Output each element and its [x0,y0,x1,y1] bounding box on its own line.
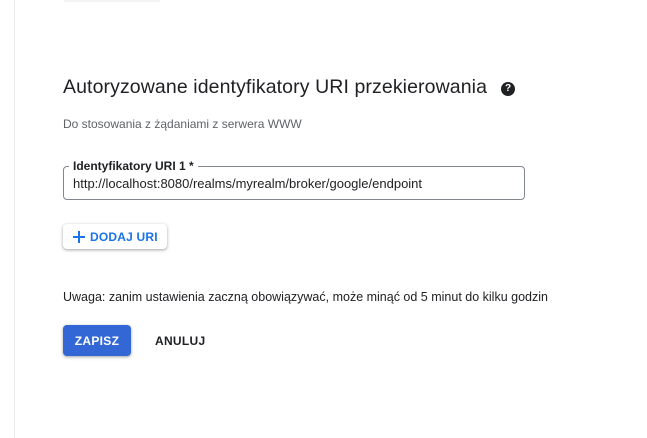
propagation-note: Uwaga: zanim ustawienia zaczną obowiązyw… [63,290,548,304]
plus-icon [73,230,85,243]
section-subtitle: Do stosowania z żądaniami z serwera WWW [63,117,302,131]
add-uri-button[interactable]: DODAJ URI [63,224,167,249]
redirect-uris-panel: Autoryzowane identyfikatory URI przekier… [0,0,647,438]
left-divider [14,0,15,438]
top-divider [64,0,160,2]
redirect-uri-field[interactable]: Identyfikatory URI 1 * http://localhost:… [63,158,525,200]
cancel-button[interactable]: ANULUJ [147,325,213,356]
redirect-uri-label: Identyfikatory URI 1 * [69,158,198,174]
redirect-uri-input[interactable]: http://localhost:8080/realms/myrealm/bro… [73,176,422,192]
section-header: Autoryzowane identyfikatory URI przekier… [63,76,516,99]
section-title: Autoryzowane identyfikatory URI przekier… [63,76,488,98]
add-uri-label: DODAJ URI [90,229,158,244]
help-icon[interactable]: ? [501,81,516,96]
save-button[interactable]: ZAPISZ [63,325,131,356]
